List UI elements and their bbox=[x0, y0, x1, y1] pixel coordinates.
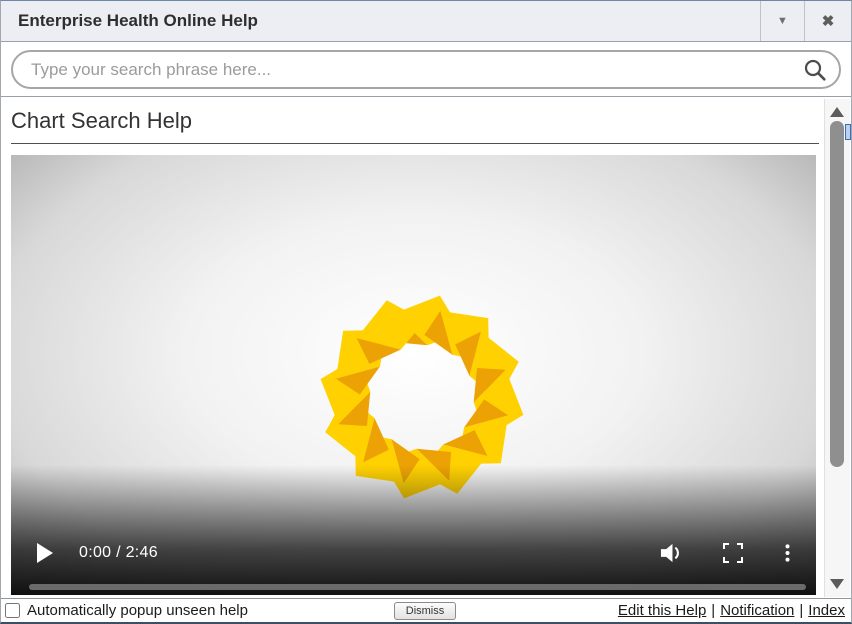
scroll-down-arrow-icon[interactable] bbox=[830, 579, 844, 589]
title-bar[interactable]: Enterprise Health Online Help ▼ ✖ bbox=[1, 1, 851, 42]
video-menu-button[interactable] bbox=[785, 542, 790, 564]
speaker-icon bbox=[660, 543, 683, 563]
auto-popup-checkbox[interactable] bbox=[5, 603, 20, 618]
scrollbar-thumb[interactable] bbox=[830, 121, 844, 467]
help-content-area: Chart Search Help bbox=[1, 98, 851, 598]
search-box[interactable] bbox=[11, 50, 841, 89]
video-controls-bar: 0:00 / 2:46 bbox=[11, 533, 816, 573]
scroll-up-arrow-icon[interactable] bbox=[830, 107, 844, 117]
auto-popup-group: Automatically popup unseen help bbox=[5, 602, 394, 619]
video-player[interactable]: 0:00 / 2:46 bbox=[11, 155, 816, 595]
link-separator: | bbox=[711, 602, 715, 619]
video-time-display: 0:00 / 2:46 bbox=[79, 544, 158, 562]
search-input[interactable] bbox=[29, 59, 803, 81]
close-icon: ✖ bbox=[822, 12, 835, 30]
search-section bbox=[1, 42, 851, 97]
dismiss-button[interactable]: Dismiss bbox=[394, 602, 457, 620]
index-link[interactable]: Index bbox=[808, 602, 845, 619]
footer-bar: Automatically popup unseen help Dismiss … bbox=[1, 598, 851, 622]
heading-divider bbox=[11, 143, 819, 144]
video-controls-gradient bbox=[11, 465, 816, 595]
vertical-scrollbar[interactable] bbox=[824, 99, 850, 597]
close-button[interactable]: ✖ bbox=[804, 1, 851, 41]
edit-this-help-link[interactable]: Edit this Help bbox=[618, 602, 706, 619]
volume-button[interactable] bbox=[660, 543, 683, 563]
footer-links: Edit this Help | Notification | Index bbox=[456, 602, 845, 619]
obscured-link-fragment bbox=[845, 124, 851, 140]
help-dialog-window: Enterprise Health Online Help ▼ ✖ Chart … bbox=[0, 0, 852, 624]
fullscreen-button[interactable] bbox=[723, 543, 743, 563]
collapse-button[interactable]: ▼ bbox=[760, 1, 804, 41]
play-button[interactable] bbox=[37, 543, 53, 563]
auto-popup-label: Automatically popup unseen help bbox=[27, 602, 248, 619]
chevron-down-icon: ▼ bbox=[777, 15, 788, 27]
page-title: Chart Search Help bbox=[11, 108, 819, 134]
notification-link[interactable]: Notification bbox=[720, 602, 794, 619]
video-progress-bar[interactable] bbox=[29, 584, 806, 590]
link-separator: | bbox=[799, 602, 803, 619]
window-title: Enterprise Health Online Help bbox=[1, 1, 760, 41]
search-icon[interactable] bbox=[803, 58, 827, 82]
fullscreen-icon bbox=[723, 543, 743, 563]
vertical-dots-icon bbox=[785, 542, 790, 564]
